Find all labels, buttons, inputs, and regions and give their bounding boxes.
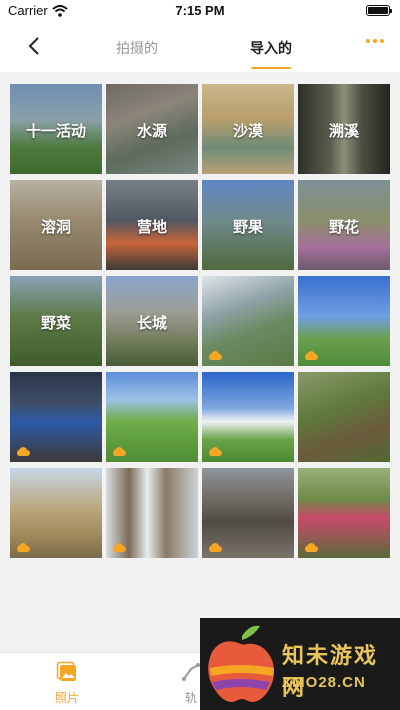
folder-label: 野果 <box>232 219 263 236</box>
folder-label: 水源 <box>136 123 167 140</box>
photo-tile[interactable] <box>202 276 294 366</box>
cloud-icon <box>209 447 222 456</box>
photo-tile[interactable] <box>202 468 294 558</box>
cloud-icon <box>209 543 222 552</box>
chevron-left-icon <box>28 37 39 55</box>
folder-tile[interactable]: 野花 <box>298 180 390 270</box>
apple-logo-icon <box>208 625 274 702</box>
track-icon <box>182 663 200 681</box>
folder-label: 沙漠 <box>232 123 263 140</box>
status-time: 7:15 PM <box>175 3 225 18</box>
photo-tile[interactable] <box>106 468 198 558</box>
photo-tile[interactable] <box>298 276 390 366</box>
photo-icon <box>56 661 76 681</box>
tab-shot[interactable]: 拍摄的 <box>116 38 158 58</box>
active-tab-indicator <box>251 67 291 69</box>
cloud-icon <box>17 447 30 456</box>
watermark: 知未游戏网 ZMO28.CN <box>200 618 400 710</box>
watermark-title: 知未游戏网 <box>282 643 379 700</box>
cloud-icon <box>305 543 318 552</box>
folder-tile[interactable]: 长城 <box>106 276 198 366</box>
folder-label: 溶洞 <box>40 219 71 236</box>
nav-bar: 拍摄的 导入的 <box>0 22 400 72</box>
more-button[interactable] <box>366 39 384 43</box>
photo-tile[interactable] <box>298 468 390 558</box>
cloud-icon <box>209 351 222 360</box>
watermark-url: ZMO28.CN <box>282 674 366 691</box>
back-button[interactable] <box>20 32 48 60</box>
more-dot <box>366 39 370 43</box>
folder-tile[interactable]: 野菜 <box>10 276 102 366</box>
more-dot <box>380 39 384 43</box>
battery-icon <box>366 5 392 16</box>
status-bar: Carrier 7:15 PM <box>0 0 400 22</box>
folder-tile[interactable]: 营地 <box>106 180 198 270</box>
folder-tile[interactable]: 溯溪 <box>298 84 390 174</box>
folder-label: 营地 <box>136 219 167 236</box>
folder-tile[interactable]: 溶洞 <box>10 180 102 270</box>
photo-tile[interactable] <box>10 372 102 462</box>
photo-tile[interactable] <box>10 468 102 558</box>
more-dot <box>373 39 377 43</box>
folder-label: 长城 <box>136 315 167 332</box>
folder-tile[interactable]: 沙漠 <box>202 84 294 174</box>
photo-tile[interactable] <box>202 372 294 462</box>
folder-label: 溯溪 <box>328 123 359 140</box>
folder-tile[interactable]: 水源 <box>106 84 198 174</box>
cloud-icon <box>305 351 318 360</box>
tabbar-item-photos[interactable]: 照片 <box>37 661 97 706</box>
folder-label: 野花 <box>328 219 359 236</box>
photo-grid: 十一活动 水源 沙漠 溯溪 溶洞 营地 野果 野花 野菜 长城 <box>0 72 400 652</box>
photo-tile[interactable] <box>106 372 198 462</box>
folder-tile[interactable]: 十一活动 <box>10 84 102 174</box>
tabbar-label-photos: 照片 <box>54 691 79 705</box>
cloud-icon <box>113 447 126 456</box>
folder-tile[interactable]: 野果 <box>202 180 294 270</box>
tab-imported[interactable]: 导入的 <box>250 38 292 58</box>
photo-tile[interactable] <box>298 372 390 462</box>
folder-label: 野菜 <box>40 315 71 332</box>
folder-label: 十一活动 <box>25 123 86 140</box>
cloud-icon <box>113 543 126 552</box>
cloud-icon <box>17 543 30 552</box>
